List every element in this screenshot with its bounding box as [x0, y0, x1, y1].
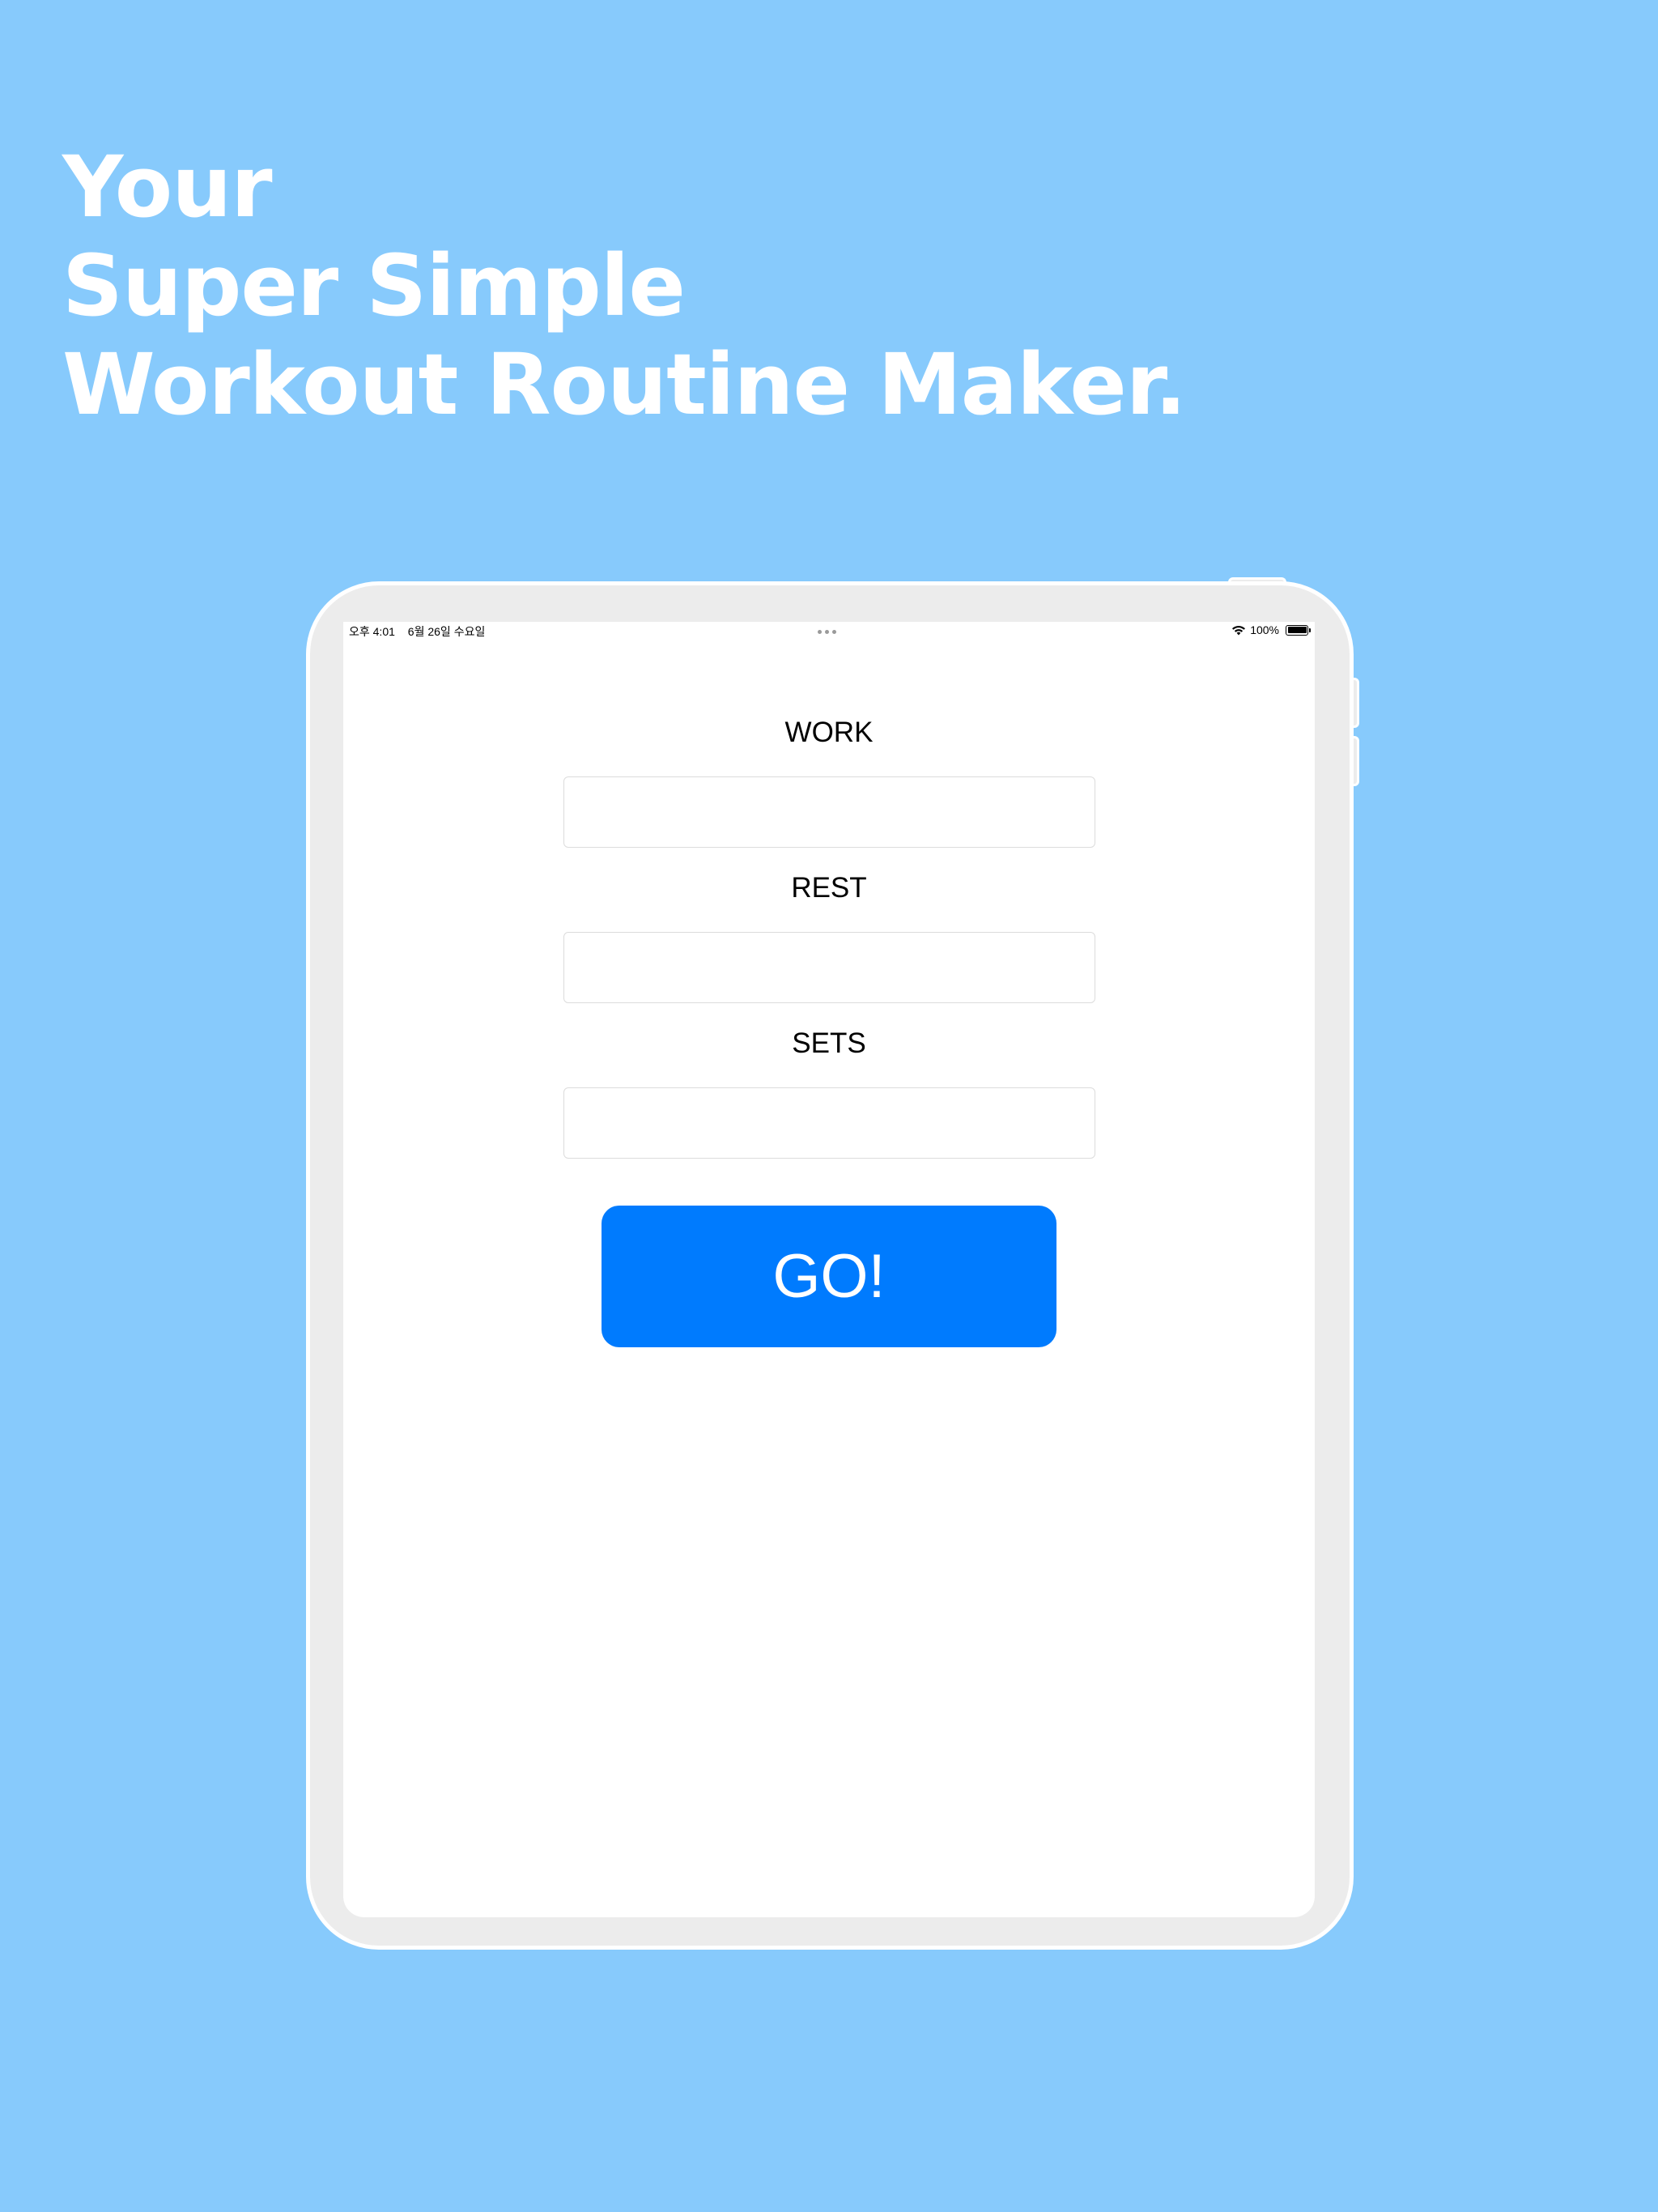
- status-time: 오후 4:01: [349, 625, 395, 638]
- battery-percent: 100%: [1250, 623, 1279, 636]
- headline-line-1: Your: [62, 138, 273, 236]
- status-right: 100%: [1231, 623, 1311, 636]
- go-button[interactable]: GO!: [602, 1206, 1056, 1347]
- work-input[interactable]: [563, 776, 1095, 848]
- headline-line-2: Super Simple: [62, 236, 686, 335]
- multitasking-dots-icon[interactable]: [818, 630, 836, 634]
- status-date: 6월 26일 수요일: [407, 625, 486, 638]
- wifi-icon: [1232, 625, 1246, 635]
- status-bar: 오후 4:01 6월 26일 수요일 100%: [343, 622, 1315, 640]
- app-screen: 오후 4:01 6월 26일 수요일 100% WORK REST SETS G…: [343, 622, 1315, 1917]
- sets-input[interactable]: [563, 1087, 1095, 1159]
- rest-input[interactable]: [563, 932, 1095, 1003]
- status-left: 오후 4:01 6월 26일 수요일: [349, 623, 485, 640]
- rest-label: REST: [791, 872, 867, 904]
- sets-label: SETS: [792, 1027, 866, 1059]
- headline: Your Super Simple Workout Routine Maker.: [62, 138, 1187, 434]
- battery-icon: [1286, 624, 1311, 636]
- work-label: WORK: [784, 717, 874, 748]
- headline-line-3: Workout Routine Maker.: [62, 335, 1187, 434]
